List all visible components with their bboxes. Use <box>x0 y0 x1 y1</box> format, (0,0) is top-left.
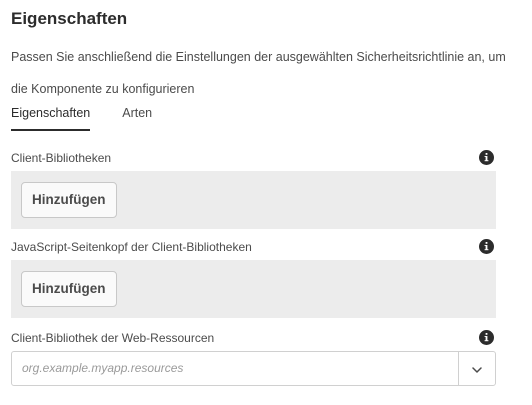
info-icon[interactable] <box>479 330 494 345</box>
panel-description: Passen Sie anschließend die Einstellunge… <box>11 50 506 96</box>
add-client-library-button[interactable]: Hinzufügen <box>21 182 117 218</box>
tab-bar: Eigenschaften Arten <box>11 103 184 131</box>
client-libraries-label: Client-Bibliotheken <box>11 151 112 165</box>
chevron-down-icon <box>472 360 482 378</box>
client-libraries-multifield: Hinzufügen <box>11 171 496 229</box>
tab-arten[interactable]: Arten <box>122 103 152 131</box>
info-icon[interactable] <box>479 150 494 165</box>
js-head-libraries-multifield: Hinzufügen <box>11 260 496 318</box>
web-resources-library-label: Client-Bibliothek der Web-Ressourcen <box>11 331 215 345</box>
js-head-libraries-label: JavaScript-Seitenkopf der Client-Bibliot… <box>11 240 252 254</box>
add-js-head-library-button[interactable]: Hinzufügen <box>21 271 117 307</box>
info-icon[interactable] <box>479 239 494 254</box>
tab-eigenschaften[interactable]: Eigenschaften <box>11 103 91 131</box>
web-resources-library-input[interactable]: org.example.myapp.resources <box>12 352 459 385</box>
combobox-toggle-button[interactable] <box>458 352 495 385</box>
panel-title: Eigenschaften <box>11 9 128 28</box>
web-resources-library-combobox: org.example.myapp.resources <box>11 351 496 386</box>
